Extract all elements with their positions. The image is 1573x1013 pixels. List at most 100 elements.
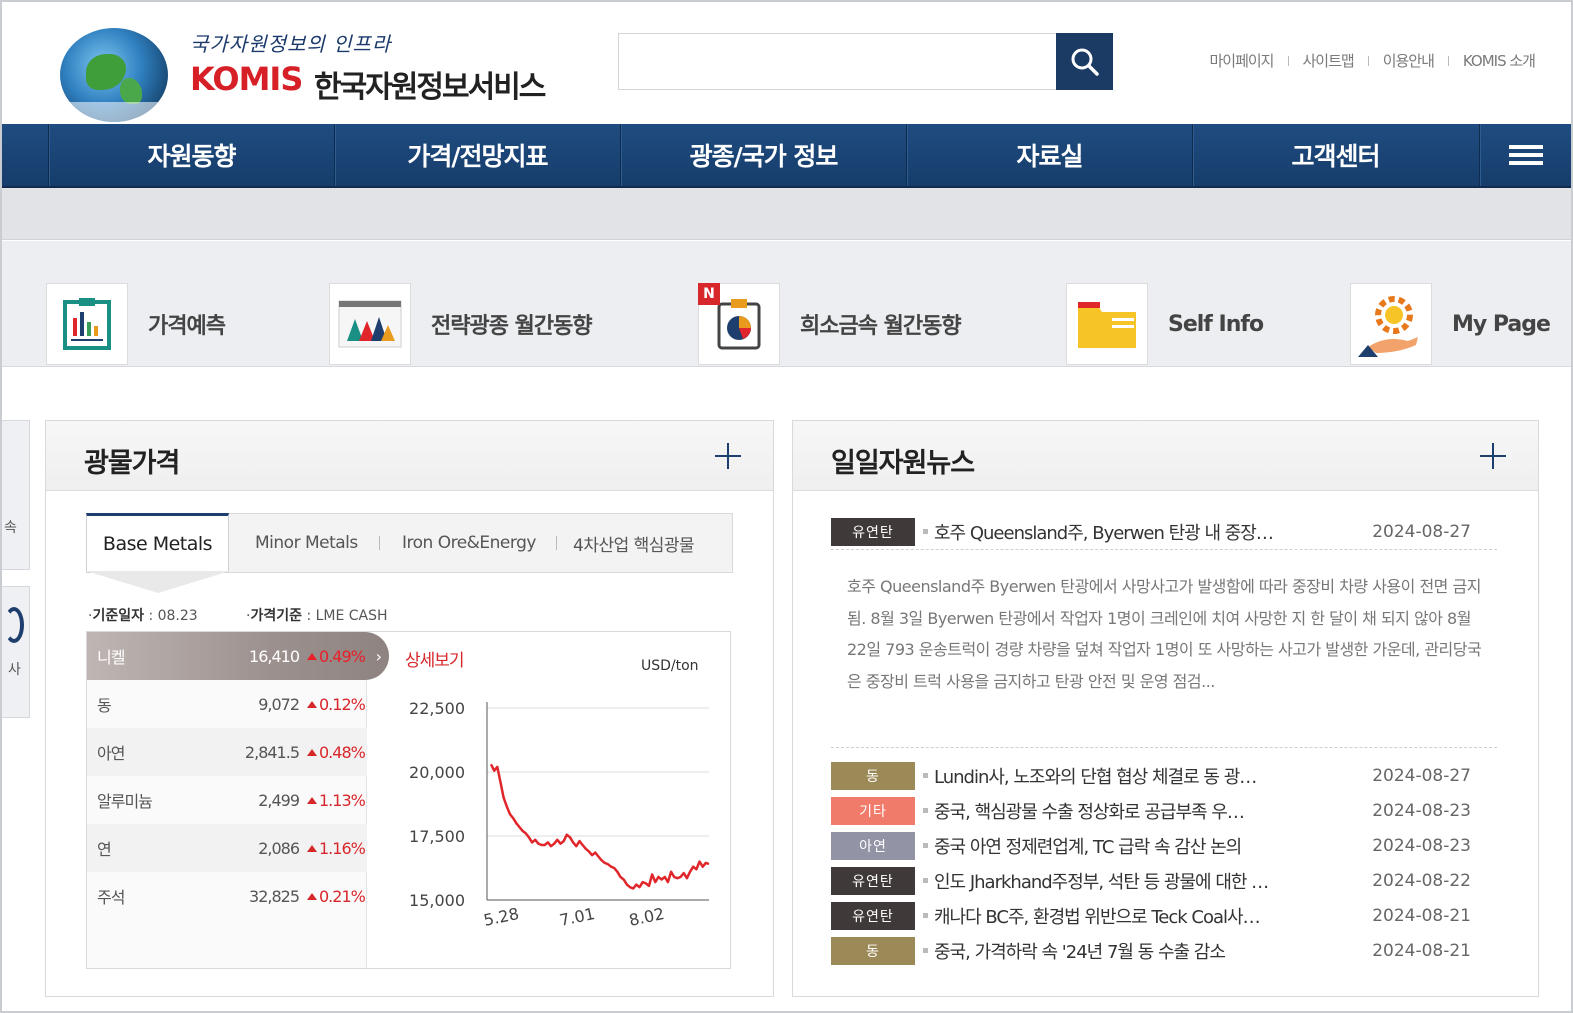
price-row-zinc[interactable]: 아연 2,841.5 0.48% xyxy=(87,728,367,776)
news-item[interactable]: 동 중국, 가격하락 속 '24년 7월 동 수출 감소 2024-08-21 xyxy=(831,936,1499,966)
util-mypage-link[interactable]: 마이페이지 xyxy=(1209,50,1274,71)
news-title: Lundin사, 노조와의 단협 협상 체결로 동 광… xyxy=(923,763,1343,789)
x-tick-label: 5.28 xyxy=(482,904,521,930)
quick-link-label: 전략광종 월간동향 xyxy=(431,314,593,339)
globe-logo-icon xyxy=(60,28,168,122)
news-category-tag: 유연탄 xyxy=(831,867,915,895)
plus-icon[interactable] xyxy=(715,443,741,469)
x-tick-label: 8.02 xyxy=(627,904,666,930)
util-sitemap-link[interactable]: 사이트맵 xyxy=(1303,50,1355,71)
price-basis-info: ·가격기준 : LME CASH xyxy=(246,608,388,624)
panel-header: 광물가격 xyxy=(46,421,773,491)
quick-link-my-page[interactable]: My Page xyxy=(1350,283,1551,365)
detail-view-link[interactable]: 상세보기 xyxy=(405,646,465,671)
gear-bulb-icon xyxy=(1350,283,1432,365)
nav-item-resource-trends[interactable]: 자원동향 xyxy=(48,124,334,186)
search-button[interactable] xyxy=(1056,33,1113,90)
price-row-copper[interactable]: 동 9,072 0.12% xyxy=(87,680,367,728)
price-box: 니켈 16,410 0.49% › 동 9,072 0.12% 아연 2,841… xyxy=(86,631,731,969)
price-row-lead[interactable]: 연 2,086 1.16% xyxy=(87,824,367,872)
quick-link-self-info[interactable]: Self Info xyxy=(1066,283,1264,365)
chevron-right-icon: › xyxy=(375,646,382,666)
nickel-price-line xyxy=(489,763,710,890)
news-title: 중국, 핵심광물 수출 정상화로 공급부족 우… xyxy=(923,798,1343,824)
util-guide-link[interactable]: 이용안내 xyxy=(1383,50,1435,71)
logo-slogan: 국가자원정보의 인프라 xyxy=(190,32,392,56)
util-about-link[interactable]: KOMIS 소개 xyxy=(1463,50,1536,71)
news-date: 2024-08-27 xyxy=(1372,766,1471,786)
banner-strip xyxy=(2,188,1571,240)
news-date: 2024-08-22 xyxy=(1372,871,1471,891)
price-row-aluminum[interactable]: 알루미늄 2,499 1.13% xyxy=(87,776,367,824)
search-icon xyxy=(1071,48,1099,76)
utility-links: 마이페이지 사이트맵 이용안내 KOMIS 소개 xyxy=(1209,50,1536,71)
search-input[interactable] xyxy=(619,34,1056,89)
tab-minor-metals[interactable]: Minor Metals xyxy=(255,514,358,572)
featured-news-item[interactable]: 유연탄 호주 Queensland주, Byerwen 탄광 내 중장… 202… xyxy=(831,517,1499,547)
divider xyxy=(831,747,1497,748)
new-badge: N xyxy=(698,283,720,305)
news-date: 2024-08-23 xyxy=(1372,836,1471,856)
news-date: 2024-08-21 xyxy=(1372,941,1471,961)
news-title: 호주 Queensland주, Byerwen 탄광 내 중장… xyxy=(923,519,1343,545)
news-item[interactable]: 유연탄 인도 Jharkhand주정부, 석탄 등 광물에 대한 … 2024-08… xyxy=(831,866,1499,896)
x-tick-label: 7.01 xyxy=(558,904,597,930)
nav-item-mineral-country[interactable]: 광종/국가 정보 xyxy=(620,124,906,186)
mineral-category-tabs: Base Metals Minor Metals Iron Ore&Energy… xyxy=(86,513,733,573)
divider xyxy=(1447,55,1449,66)
mineral-change: 1.16% xyxy=(307,839,367,858)
base-date-label: 기준일자 xyxy=(92,608,144,624)
tab-base-metals[interactable]: Base Metals xyxy=(86,513,229,573)
news-item[interactable]: 아연 중국 아연 정제련업계, TC 급락 속 감산 논의 2024-08-23 xyxy=(831,831,1499,861)
divider xyxy=(1287,55,1289,66)
news-category-tag: 기타 xyxy=(831,797,915,825)
hamburger-menu-icon[interactable] xyxy=(1479,124,1571,186)
price-forecast-icon xyxy=(46,283,128,365)
nav-item-archive[interactable]: 자료실 xyxy=(906,124,1192,186)
quick-link-rare-metals[interactable]: N 희소금속 월간동향 xyxy=(698,283,962,365)
news-item[interactable]: 동 Lundin사, 노조와의 단협 협상 체결로 동 광… 2024-08-27 xyxy=(831,761,1499,791)
mineral-change: 0.48% xyxy=(307,743,367,762)
price-list: 니켈 16,410 0.49% › 동 9,072 0.12% 아연 2,841… xyxy=(87,632,389,968)
komis-logo[interactable]: 국가자원정보의 인프라 KOMIS 한국자원정보서비스 xyxy=(50,18,570,122)
news-title: 중국, 가격하락 속 '24년 7월 동 수출 감소 xyxy=(923,938,1343,964)
mineral-name: 알루미늄 xyxy=(97,792,153,811)
bar-chart-icon xyxy=(329,283,411,365)
mineral-price: 16,410 xyxy=(249,646,300,666)
y-tick-label: 17,500 xyxy=(409,827,465,846)
divider xyxy=(831,549,1497,550)
mineral-change: 1.13% xyxy=(307,791,367,810)
tab-iron-ore-energy[interactable]: Iron Ore&Energy xyxy=(402,514,536,572)
news-item[interactable]: 기타 중국, 핵심광물 수출 정상화로 공급부족 우… 2024-08-23 xyxy=(831,796,1499,826)
logo-brand-korean: 한국자원정보서비스 xyxy=(314,70,546,105)
divider xyxy=(1367,55,1369,66)
price-row-nickel[interactable]: 니켈 16,410 0.49% › xyxy=(87,632,389,680)
quick-link-label: My Page xyxy=(1452,311,1551,337)
mineral-name: 동 xyxy=(97,696,112,715)
quick-link-strategic-minerals[interactable]: 전략광종 월간동향 xyxy=(329,283,593,365)
y-tick-label: 20,000 xyxy=(409,763,465,782)
mineral-change: 0.12% xyxy=(307,695,367,714)
side-panel-tab[interactable]: 속 xyxy=(2,420,30,570)
base-date-value: 08.23 xyxy=(157,608,198,624)
quick-links-bar: 가격예측 전략광종 월간동향 N 희소금속 월간동향 Self Info My … xyxy=(2,241,1571,367)
nav-item-price-outlook[interactable]: 가격/전망지표 xyxy=(334,124,620,186)
quick-link-price-forecast[interactable]: 가격예측 xyxy=(46,283,226,365)
news-item[interactable]: 유연탄 캐나다 BC주, 환경법 위반으로 Teck Coal사… 2024-08-… xyxy=(831,901,1499,931)
site-header: 국가자원정보의 인프라 KOMIS 한국자원정보서비스 마이페이지 사이트맵 이… xyxy=(0,0,1573,124)
active-tab-pointer xyxy=(86,571,230,593)
mineral-change: 0.49% xyxy=(307,647,367,666)
tab-4th-industry-minerals[interactable]: 4차산업 핵심광물 xyxy=(573,514,695,572)
price-row-tin[interactable]: 주석 32,825 0.21% xyxy=(87,872,367,920)
news-title: 캐나다 BC주, 환경법 위반으로 Teck Coal사… xyxy=(923,903,1343,929)
y-tick-label: 22,500 xyxy=(409,699,465,718)
nav-item-customer-center[interactable]: 고객센터 xyxy=(1192,124,1478,186)
plus-icon[interactable] xyxy=(1480,443,1506,469)
news-title: 인도 Jharkhand주정부, 석탄 등 광물에 대한 … xyxy=(923,868,1343,894)
mineral-price-panel: 광물가격 Base Metals Minor Metals Iron Ore&E… xyxy=(45,420,774,997)
side-panel-tab[interactable]: 사 xyxy=(2,586,30,718)
nickel-price-chart: 22,500 20,000 17,500 15,000 5.28 7.01 8.02 xyxy=(409,699,710,930)
news-title: 중국 아연 정제련업계, TC 급락 속 감산 논의 xyxy=(923,833,1343,859)
featured-news-summary: 호주 Queensland주 Byerwen 탄광에서 사망사고가 발생함에 따… xyxy=(847,577,1482,691)
news-category-tag: 동 xyxy=(831,937,915,965)
